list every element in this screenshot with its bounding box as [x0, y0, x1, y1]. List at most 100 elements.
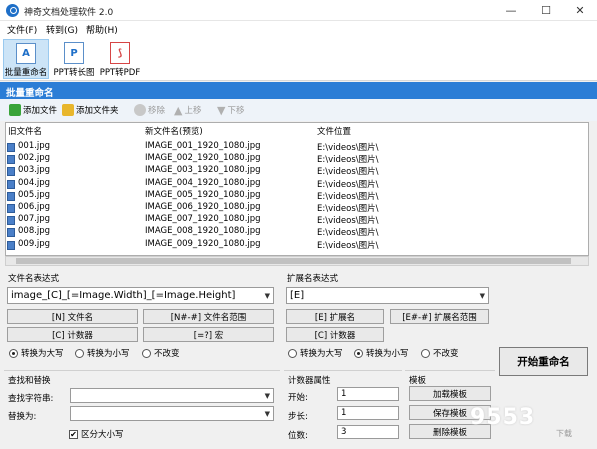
ext-uppercase-radio[interactable]: 转换为大写 [288, 347, 343, 359]
case-sensitive-checkbox[interactable]: ✔ 区分大小写 [69, 428, 124, 440]
insert-extension-range-button[interactable]: [E#-#] 扩展名范围 [390, 309, 489, 324]
cell-old-name: 006.jpg [18, 202, 51, 212]
filename-nochange-radio[interactable]: 不改变 [142, 347, 180, 359]
start-rename-button[interactable]: 开始重命名 [499, 347, 588, 376]
insert-filename-range-button[interactable]: [N#-#] 文件名范围 [143, 309, 274, 324]
checkbox-check-icon: ✔ [69, 429, 78, 439]
table-row[interactable]: 002.jpg IMAGE_002_1920_1080.jpg E:\videos\… [6, 153, 586, 165]
insert-filename-button[interactable]: [N] 文件名 [7, 309, 138, 324]
tool-batch-rename[interactable]: A 批量重命名 [3, 39, 49, 79]
table-row[interactable]: 005.jpg IMAGE_005_1920_1080.jpg E:\videos\… [6, 190, 586, 202]
scrollbar-thumb[interactable] [16, 258, 571, 264]
app-logo-icon [6, 4, 19, 17]
remove-icon [134, 104, 146, 116]
insert-extension-button[interactable]: [E] 扩展名 [286, 309, 384, 324]
move-down-button[interactable]: ▼ 下移 [217, 103, 244, 117]
ext-expr-combo[interactable]: [E] ▼ [286, 287, 489, 304]
filename-expr-combo[interactable]: image_[C]_[=Image.Width]_[=Image.Height]… [7, 287, 274, 304]
table-row[interactable]: 003.jpg IMAGE_003_1920_1080.jpg E:\videos\… [6, 165, 586, 177]
filename-uppercase-radio[interactable]: 转换为大写 [9, 347, 64, 359]
add-folder-button[interactable]: 添加文件夹 [62, 103, 119, 117]
tool-ppt-to-pdf[interactable]: ⟆ PPT转PDF [98, 39, 142, 79]
table-row[interactable]: 006.jpg IMAGE_006_1920_1080.jpg E:\videos\… [6, 202, 586, 214]
cell-new-name: IMAGE_005_1920_1080.jpg [145, 189, 261, 200]
column-header-new-name[interactable]: 新文件名(预览) [145, 125, 203, 137]
cell-location: E:\videos\图片\ [317, 179, 379, 190]
insert-macro-button[interactable]: [=?] 宏 [143, 327, 274, 342]
remove-button[interactable]: 移除 [134, 103, 165, 117]
chevron-down-icon: ▼ [264, 410, 270, 418]
table-row[interactable]: 004.jpg IMAGE_004_1920_1080.jpg E:\videos\… [6, 178, 586, 190]
radio-label: 转换为小写 [366, 349, 409, 359]
menu-bar: 文件(F) 转到(G) 帮助(H) [0, 21, 597, 37]
counter-step-input[interactable]: 1 [337, 406, 399, 420]
menu-help[interactable]: 帮助(H) [86, 23, 118, 36]
divider [405, 370, 495, 371]
radio-label: 转换为小写 [87, 349, 130, 359]
image-file-icon [7, 179, 15, 189]
cell-old-name: 003.jpg [18, 165, 51, 176]
find-input[interactable]: ▼ [70, 388, 274, 403]
replace-label: 替换为: [8, 412, 37, 422]
cell-old-name: 002.jpg [18, 153, 51, 164]
divider [284, 370, 402, 371]
table-row[interactable]: 008.jpg IMAGE_008_1920_1080.jpg E:\videos\… [6, 226, 586, 238]
add-file-icon [9, 104, 21, 116]
rename-doc-icon: A [16, 43, 36, 64]
insert-counter-button[interactable]: [C] 计数器 [7, 327, 138, 342]
cell-new-name: IMAGE_007_1920_1080.jpg [145, 214, 261, 225]
cell-old-name: 001.jpg [18, 141, 51, 151]
radio-dot [354, 348, 363, 358]
arrow-down-icon: ▼ [217, 103, 226, 117]
cell-location: E:\videos\图片\ [317, 216, 379, 227]
radio-dot [75, 348, 84, 358]
column-header-old-name[interactable]: 旧文件名 [8, 125, 42, 137]
radio-dot [142, 348, 151, 358]
close-button[interactable]: ✕ [563, 0, 597, 21]
add-file-button[interactable]: 添加文件 [9, 103, 57, 117]
ext-expr-label: 扩展名表达式 [287, 274, 339, 284]
counter-start-label: 开始: [288, 393, 308, 403]
filename-expr-value: image_[C]_[=Image.Width]_[=Image.Height] [11, 290, 236, 301]
list-toolbar: 添加文件 添加文件夹 移除 ▲ 上移 ▼ 下移 [0, 99, 597, 121]
horizontal-scrollbar[interactable] [5, 256, 589, 266]
menu-file[interactable]: 文件(F) [7, 23, 37, 36]
counter-digits-input[interactable]: 3 [337, 425, 399, 439]
tool-label: 批量重命名 [4, 68, 48, 78]
cell-new-name: IMAGE_006_1920_1080.jpg [145, 202, 261, 212]
image-file-icon [7, 155, 15, 165]
watermark-logo: 9553 [470, 405, 536, 430]
file-list[interactable]: 旧文件名 新文件名(预览) 文件位置 001.jpg IMAGE_001_1920… [5, 122, 589, 256]
template-title: 模板 [409, 376, 427, 386]
radio-dot [421, 348, 430, 358]
minimize-button[interactable]: — [494, 0, 528, 21]
tool-label: PPT转长图 [53, 68, 95, 78]
insert-ext-counter-button[interactable]: [C] 计数器 [286, 327, 384, 342]
find-replace-title: 查找和替换 [8, 376, 51, 386]
table-row[interactable]: 007.jpg IMAGE_007_1920_1080.jpg E:\videos\… [6, 214, 586, 226]
replace-input[interactable]: ▼ [70, 406, 274, 421]
ext-lowercase-radio[interactable]: 转换为小写 [354, 347, 409, 359]
filename-lowercase-radio[interactable]: 转换为小写 [75, 347, 130, 359]
menu-goto[interactable]: 转到(G) [46, 23, 78, 36]
table-row[interactable]: 001.jpg IMAGE_001_1920_1080.jpg E:\videos\… [6, 141, 586, 153]
tool-ppt-to-image[interactable]: P PPT转长图 [52, 39, 96, 79]
column-header-location[interactable]: 文件位置 [317, 125, 351, 137]
section-title: 批量重命名 [0, 82, 597, 99]
cell-new-name: IMAGE_002_1920_1080.jpg [145, 153, 261, 164]
find-label: 查找字符串: [8, 394, 54, 404]
cell-new-name: IMAGE_003_1920_1080.jpg [145, 165, 261, 176]
move-up-button[interactable]: ▲ 上移 [174, 103, 201, 117]
counter-step-label: 步长: [288, 412, 308, 422]
cell-location: E:\videos\图片\ [317, 240, 379, 251]
ext-expr-value: [E] [290, 290, 305, 301]
counter-digits-label: 位数: [288, 431, 308, 441]
load-template-button[interactable]: 加载模板 [409, 386, 491, 401]
chevron-down-icon: ▼ [264, 392, 270, 400]
table-row[interactable]: 009.jpg IMAGE_009_1920_1080.jpg E:\videos\… [6, 239, 586, 251]
ext-nochange-radio[interactable]: 不改变 [421, 347, 459, 359]
maximize-button[interactable]: ☐ [529, 0, 563, 21]
chevron-down-icon: ▼ [264, 292, 270, 300]
counter-start-input[interactable]: 1 [337, 387, 399, 401]
cell-old-name: 005.jpg [18, 189, 51, 200]
